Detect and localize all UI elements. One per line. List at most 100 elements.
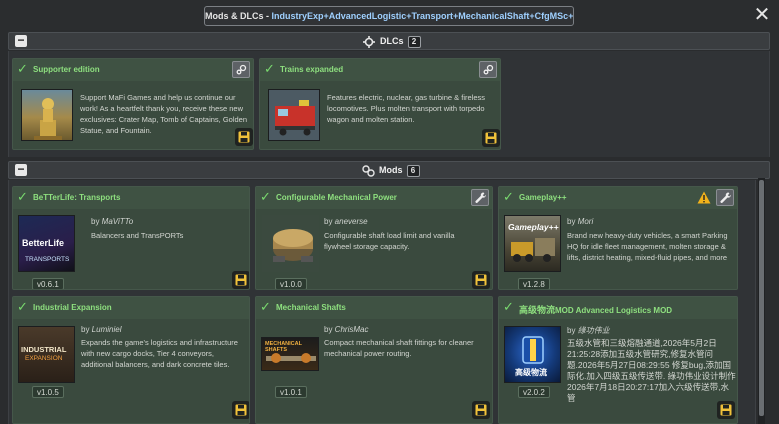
checkmark-icon[interactable]: ✓ [17, 62, 28, 76]
mods-scrollbar[interactable] [758, 178, 765, 424]
dlc-thumbnail [21, 89, 73, 141]
save-button[interactable] [482, 129, 500, 147]
mod-settings-button[interactable] [471, 189, 489, 206]
checkmark-icon[interactable]: ✓ [503, 300, 514, 314]
window-title: Mods & DLCs - IndustryExp+AdvancedLogist… [204, 6, 574, 26]
dlcs-section-header[interactable]: − DLCs 2 [8, 32, 770, 50]
save-button[interactable] [472, 271, 490, 289]
warning-icon[interactable] [697, 191, 711, 204]
save-button[interactable] [472, 401, 490, 419]
mod-version: v1.0.0 [275, 278, 307, 289]
save-button[interactable] [717, 401, 735, 419]
dlc-card-supporter[interactable]: ✓ Supporter edition Support MaFi Games a… [12, 58, 254, 150]
mod-author: by Mori [567, 217, 593, 226]
checkmark-icon[interactable]: ✓ [260, 300, 271, 314]
mod-author: by ChrisMac [324, 325, 368, 334]
dlc-card-trains[interactable]: ✓ Trains expanded Features electric, nuc… [259, 58, 501, 150]
card-header: ✓ Mechanical Shafts [256, 297, 492, 319]
dlcs-collapse-button[interactable]: − [15, 33, 27, 47]
mod-description: Balancers and TransPORTs [91, 231, 184, 240]
dlc-title: Trains expanded [280, 65, 344, 74]
mods-section-header[interactable]: − Mods 6 [8, 161, 770, 179]
author-prefix: by [567, 326, 578, 335]
save-button[interactable] [232, 271, 249, 289]
vehicles-image [511, 238, 555, 262]
thumbnail-text: 高级物流 [515, 368, 547, 377]
checkmark-icon[interactable]: ✓ [260, 190, 271, 204]
card-header: ✓ Trains expanded [260, 59, 500, 81]
window-title-prefix: Mods & DLCs - [205, 11, 272, 21]
mods-count-badge: 6 [406, 164, 420, 177]
mod-version: v1.0.1 [275, 386, 307, 398]
mod-author: by aneverse [324, 217, 368, 226]
mod-settings-button[interactable] [716, 189, 734, 206]
save-icon [238, 131, 250, 143]
author-prefix: by [324, 325, 335, 334]
gear-icon [363, 35, 375, 48]
author-name: ChrisMac [334, 325, 369, 334]
flywheel-image [273, 229, 313, 262]
mod-title-cn: 高级物流 [519, 305, 556, 315]
dlc-thumbnail [268, 89, 320, 141]
mod-title: Industrial Expansion [33, 303, 112, 312]
close-icon: ✕ [753, 4, 771, 26]
thumbnail-subtext: EXPANSION [25, 355, 63, 362]
dlc-store-button[interactable] [479, 61, 497, 78]
mod-description: Brand new heavy-duty vehicles, a smart P… [567, 231, 728, 262]
card-header: ✓ BeTTerLife: Transports [13, 187, 249, 209]
author-prefix: by [324, 217, 335, 226]
mod-author: by 綠功伟业 [567, 325, 610, 336]
mod-card-gameplay[interactable]: ✓ Gameplay++ Gameplay++ by Mori Brand ne… [498, 186, 738, 290]
dlc-title: Supporter edition [33, 65, 100, 74]
mod-title: Mechanical Shafts [276, 303, 346, 312]
card-header: ✓ Configurable Mechanical Power [256, 187, 492, 209]
mods-collapse-button[interactable]: − [15, 162, 27, 176]
mod-thumbnail: INDUSTRIAL EXPANSION [18, 326, 75, 383]
mod-card-betterlife[interactable]: ✓ BeTTerLife: Transports BetterLife TRAN… [12, 186, 250, 290]
author-name: MaViTTo [101, 217, 134, 226]
mod-thumbnail: MECHANICAL SHAFTS [261, 337, 319, 371]
locomotive-image [275, 100, 315, 136]
mod-description: Compact mechanical shaft fittings for cl… [324, 338, 474, 358]
save-button[interactable] [232, 401, 249, 419]
author-prefix: by [91, 217, 102, 226]
mod-card-configurable-power[interactable]: ✓ Configurable Mechanical Power by aneve… [255, 186, 493, 290]
dlcs-section-title: DLCs 2 [362, 34, 421, 49]
checkmark-icon[interactable]: ✓ [17, 300, 28, 314]
mod-author: by Luminiel [81, 325, 121, 334]
mod-card-mechanical-shafts[interactable]: ✓ Mechanical Shafts MECHANICAL SHAFTS by… [255, 296, 493, 424]
close-button[interactable]: ✕ [752, 4, 772, 26]
save-button[interactable] [235, 128, 253, 146]
save-icon [475, 274, 487, 286]
mod-version: v2.0.2 [518, 386, 550, 398]
steam-icon [483, 64, 494, 75]
mod-description: Configurable shaft load limit and vanill… [324, 231, 455, 251]
dlc-description: Features electric, nuclear, gas turbine … [327, 93, 485, 124]
card-header: ✓ 高级物流MOD Advanced Logistics MOD [499, 297, 737, 319]
mod-card-industrial-expansion[interactable]: ✓ Industrial Expansion INDUSTRIAL EXPANS… [12, 296, 250, 424]
window-title-mods: IndustryExp+AdvancedLogistic+Transport+M… [271, 11, 574, 21]
collapse-icon: − [17, 33, 25, 47]
scrollbar-thumb[interactable] [759, 180, 764, 416]
mod-author: by MaViTTo [91, 217, 133, 226]
checkmark-icon[interactable]: ✓ [17, 190, 28, 204]
mod-title: Configurable Mechanical Power [276, 193, 397, 202]
mod-card-advanced-logistics[interactable]: ✓ 高级物流MOD Advanced Logistics MOD 高级物流 by… [498, 296, 738, 424]
card-header: ✓ Supporter edition [13, 59, 253, 81]
checkmark-icon[interactable]: ✓ [264, 62, 275, 76]
save-icon [485, 132, 497, 144]
author-prefix: by [81, 325, 92, 334]
dlc-store-button[interactable] [232, 61, 250, 78]
mods-label: Mods [379, 165, 403, 175]
shaft-image [266, 353, 316, 363]
mod-description: 五级水管和三级熔融通道,2026年5月2日21:25:28添加五级水管研究,修复… [567, 338, 736, 403]
mod-title: BeTTerLife: Transports [33, 193, 121, 202]
mod-title-en: MOD Advanced Logistics MOD [555, 306, 673, 315]
dlcs-count-badge: 2 [407, 35, 421, 48]
steam-icon [236, 64, 247, 75]
mod-thumbnail: BetterLife TRANSPORTS [18, 215, 75, 272]
collapse-icon: − [17, 162, 25, 176]
author-name: 綠功伟业 [577, 326, 610, 335]
mod-thumbnail: Gameplay++ [504, 215, 561, 272]
checkmark-icon[interactable]: ✓ [503, 190, 514, 204]
